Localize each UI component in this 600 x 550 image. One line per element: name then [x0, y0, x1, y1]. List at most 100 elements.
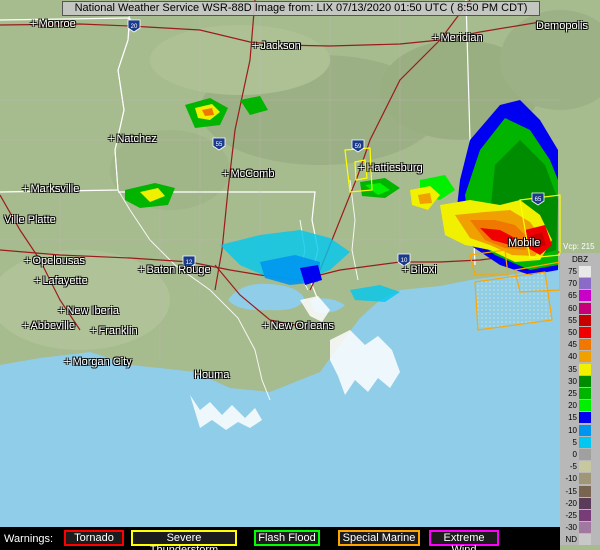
legend-row: 20	[560, 400, 600, 412]
city-marker-icon: +	[252, 40, 259, 52]
legend-color-swatch	[579, 278, 591, 290]
city-label-meridian: + Meridian	[432, 32, 483, 44]
legend-level-label: -25	[565, 511, 577, 520]
legend-color-swatch	[579, 497, 591, 509]
legend-color-swatch	[579, 473, 591, 485]
city-label-hattiesburg: + Hattiesburg	[358, 162, 423, 174]
city-marker-icon: +	[402, 264, 409, 276]
city-label-marksville: + Marksville	[22, 183, 80, 195]
legend-level-label: 70	[568, 279, 577, 289]
legend-level-label: -10	[565, 474, 577, 484]
legend-row: 55	[560, 314, 600, 327]
legend-color-swatch	[579, 461, 591, 473]
legend-level-label: 0	[572, 450, 577, 459]
svg-text:65: 65	[535, 197, 542, 203]
legend-color-swatch	[579, 436, 591, 448]
legend-row: -10	[560, 473, 600, 485]
legend-row: 30	[560, 375, 600, 388]
city-label-baton-rouge: + Baton Rouge	[138, 264, 211, 276]
legend-row: 70	[560, 278, 600, 290]
legend-color-swatch	[579, 363, 591, 375]
legend-color-swatch	[579, 424, 591, 436]
warning-severe-thunderstorm[interactable]: Severe Thunderstorm	[131, 530, 237, 550]
legend-row: -25	[560, 510, 600, 522]
svg-text:59: 59	[355, 144, 362, 150]
legend-row: -15	[560, 485, 600, 498]
city-marker-icon: +	[222, 168, 229, 180]
svg-text:55: 55	[216, 142, 223, 148]
legend-color-swatch	[579, 400, 591, 412]
legend-color-swatch	[579, 339, 591, 351]
warning-special-marine[interactable]: Special Marine	[338, 530, 420, 546]
legend-color-swatch	[579, 449, 591, 460]
legend-level-label: 60	[568, 303, 577, 313]
city-marker-icon: +	[30, 18, 37, 30]
city-label-new-orleans: + New Orleans	[262, 320, 335, 332]
city-marker-icon: +	[108, 133, 115, 145]
city-label-opelousas: + Opelousas	[24, 255, 86, 267]
svg-text:20: 20	[131, 24, 138, 30]
legend-row: 5	[560, 436, 600, 449]
city-label-jackson: + Jackson	[252, 40, 301, 52]
legend-row: 50	[560, 327, 600, 339]
legend-color-swatch	[579, 375, 591, 387]
legend-level-label: 40	[568, 352, 577, 362]
legend-color-swatch	[579, 412, 591, 424]
map-canvas: 20 55 59 12 10 65	[0, 0, 600, 550]
city-marker-icon: +	[358, 162, 365, 174]
legend-level-label: -5	[569, 462, 577, 472]
legend-row: -5	[560, 461, 600, 473]
city-marker-icon: +	[34, 275, 41, 287]
warning-flash-flood[interactable]: Flash Flood	[254, 530, 320, 546]
legend-level-label: -15	[565, 486, 577, 496]
legend-units: DBZ	[572, 255, 588, 264]
city-label-monroe: + Monroe	[30, 18, 76, 30]
city-label-biloxi: + Biloxi	[402, 264, 437, 276]
city-label-abbeville: + Abbeville	[22, 320, 76, 332]
legend-row: 60	[560, 302, 600, 315]
legend-color-swatch	[579, 290, 591, 302]
city-label-franklin: + Franklin	[90, 325, 138, 337]
legend-level-label: 65	[568, 291, 577, 301]
warning-extreme-wind[interactable]: Extreme Wind	[429, 530, 499, 550]
city-marker-icon: +	[58, 305, 65, 317]
legend-row: 65	[560, 290, 600, 302]
city-label-morgan-city: + Morgan City	[64, 356, 132, 368]
legend-row: 45	[560, 339, 600, 351]
warning-tornado[interactable]: Tornado	[64, 530, 124, 546]
legend-row: 15	[560, 412, 600, 424]
legend-row: 75	[560, 266, 600, 278]
city-label-mccomb: + McComb	[222, 168, 275, 180]
legend-level-label: 35	[568, 364, 577, 374]
city-marker-icon: +	[432, 32, 439, 44]
legend-level-label: ND	[565, 535, 577, 545]
dbz-legend: DBZ 75 70 65 60 55 50 45 40 35 30 25 20 15 10 5 0 -5 -10-…	[560, 253, 600, 546]
legend-level-label: 55	[568, 315, 577, 325]
radar-map-view: { "header": { "title": "National Weather…	[0, 0, 600, 550]
city-label-houma: Houma	[194, 369, 230, 381]
legend-level-label: 15	[568, 413, 577, 423]
legend-color-swatch	[579, 534, 591, 546]
city-marker-icon: +	[22, 183, 29, 195]
legend-level-label: -20	[565, 498, 577, 508]
legend-color-swatch	[579, 485, 591, 497]
vcp-label: Vcp: 215	[563, 242, 595, 251]
image-title-bar: National Weather Service WSR-88D Image f…	[62, 1, 540, 16]
city-marker-icon: +	[262, 320, 269, 332]
legend-row: 40	[560, 351, 600, 363]
city-label-new-iberia: + New Iberia	[58, 305, 120, 317]
legend-level-label: 30	[568, 376, 577, 386]
legend-level-label: 25	[568, 389, 577, 398]
warnings-bar: Warnings: Tornado Severe Thunderstorm Fl…	[0, 527, 560, 550]
city-label-demopolis: Demopolis	[536, 20, 588, 32]
legend-row: -20	[560, 497, 600, 510]
legend-level-label: -30	[565, 523, 577, 533]
city-label-lafayette: + Lafayette	[34, 275, 88, 287]
legend-row: -30	[560, 522, 600, 534]
legend-color-swatch	[579, 351, 591, 363]
city-label-natchez: + Natchez	[108, 133, 157, 145]
legend-color-swatch	[579, 266, 591, 277]
city-marker-icon: +	[90, 325, 97, 337]
city-marker-icon: +	[24, 255, 31, 267]
legend-color-swatch	[579, 522, 591, 534]
